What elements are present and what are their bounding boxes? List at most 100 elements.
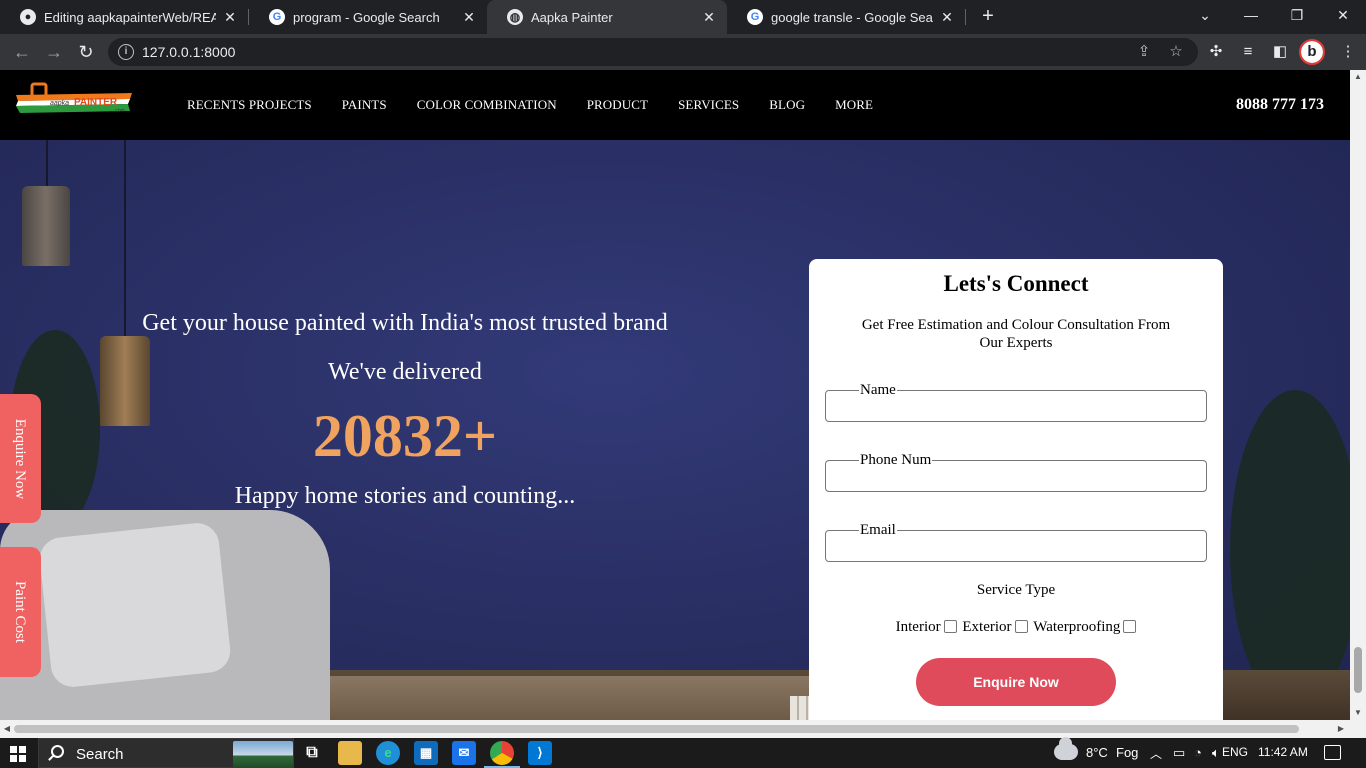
scroll-down-arrow-icon[interactable]: ▼ [1350, 706, 1366, 720]
lamp-cord [124, 140, 126, 338]
task-view-icon[interactable]: ⧉ [300, 741, 324, 765]
vertical-scrollbar[interactable]: ▲ ▼ [1350, 70, 1366, 720]
browser-tab-github[interactable]: ● Editing aapkapainterWeb/READM ✕ [0, 0, 248, 34]
scroll-left-arrow-icon[interactable]: ◀ [0, 722, 14, 736]
browser-tab-translate-search[interactable]: G google transle - Google Search ✕ [727, 0, 965, 34]
service-option-interior[interactable]: Interior [896, 619, 957, 636]
name-field[interactable]: Name [825, 381, 1207, 422]
tab-title: google transle - Google Search [771, 9, 933, 25]
email-input[interactable] [832, 536, 1198, 556]
browser-tab-program-search[interactable]: G program - Google Search ✕ [249, 0, 487, 34]
mail-icon[interactable]: ✉ [452, 741, 476, 765]
enquire-now-side-tab[interactable]: Enquire Now [0, 394, 41, 523]
windows-start-icon[interactable] [10, 746, 26, 762]
hero-footer-text: Happy home stories and counting... [234, 483, 576, 509]
close-tab-icon[interactable]: ✕ [461, 9, 477, 26]
exterior-checkbox[interactable] [1014, 620, 1028, 633]
chrome-taskbar-icon[interactable] [484, 741, 520, 768]
nav-color-combination[interactable]: COLOR COMBINATION [402, 97, 572, 113]
system-clock[interactable]: 11:42 AM [1258, 745, 1308, 759]
back-arrow-icon[interactable]: ← [10, 40, 34, 64]
hero-section: Get your house painted with India's most… [0, 140, 1350, 720]
weather-fog-icon[interactable] [1054, 737, 1078, 760]
volume-icon[interactable]: 🔈︎ [1212, 745, 1220, 761]
paint-cost-side-tab[interactable]: Paint Cost [0, 547, 41, 677]
microsoft-store-icon[interactable]: ▦ [414, 741, 438, 765]
media-queue-icon[interactable]: ≡ [1238, 42, 1258, 62]
nav-product[interactable]: PRODUCT [572, 97, 663, 113]
scroll-up-arrow-icon[interactable]: ▲ [1350, 70, 1366, 84]
tab-search-chevron-icon[interactable]: ⌄ [1182, 0, 1228, 34]
address-bar[interactable]: i 127.0.0.1:8000 ⇪ ☆ [108, 38, 1198, 66]
reload-icon[interactable]: ↻ [74, 40, 98, 64]
network-icon[interactable]: ◔ [1194, 745, 1202, 760]
tab-divider [965, 9, 966, 25]
weather-temperature[interactable]: 8°C [1086, 745, 1108, 760]
enquire-now-button[interactable]: Enquire Now [916, 658, 1116, 706]
nav-services[interactable]: SERVICES [663, 97, 754, 113]
edge-browser-icon[interactable]: e [376, 741, 400, 765]
browser-tab-aapka-painter[interactable]: ◍ Aapka Painter ✕ [487, 0, 727, 34]
search-highlight-image [233, 741, 293, 767]
side-panel-icon[interactable]: ◧ [1270, 42, 1290, 62]
language-indicator[interactable]: ENG [1222, 745, 1248, 759]
plant-decoration [1230, 390, 1350, 710]
svg-text:.com: .com [114, 108, 125, 114]
pendant-lamp [22, 186, 70, 266]
service-type-options: Interior Exterior Waterproofing [809, 619, 1223, 636]
page-viewport: aapka PAINTER .com RECENTS PROJECTS PAIN… [0, 70, 1366, 738]
notification-center-icon[interactable] [1324, 745, 1341, 760]
site-info-icon[interactable]: i [118, 44, 134, 60]
exterior-label: Exterior [962, 619, 1012, 635]
nav-more[interactable]: MORE [820, 97, 888, 113]
horizontal-scrollbar[interactable]: ◀ ▶ [0, 720, 1366, 738]
show-hidden-icons-chevron-icon[interactable]: ︿ [1150, 745, 1162, 762]
hero-count: 20832+ [312, 403, 498, 469]
phone-number[interactable]: 8088 777 173 [1236, 96, 1324, 114]
waterproofing-checkbox[interactable] [1123, 620, 1137, 633]
vscode-icon[interactable]: ⟩ [528, 741, 552, 765]
close-window-button[interactable]: ✕ [1320, 0, 1366, 34]
close-tab-icon[interactable]: ✕ [701, 9, 717, 26]
aapka-painter-logo[interactable]: aapka PAINTER .com [14, 81, 136, 121]
interior-checkbox[interactable] [943, 620, 957, 633]
phone-input[interactable] [832, 466, 1198, 486]
form-subtitle: Get Free Estimation and Colour Consultat… [861, 317, 1171, 351]
chrome-menu-icon[interactable]: ⋮ [1338, 42, 1358, 62]
horizontal-scroll-thumb[interactable] [14, 725, 1299, 733]
email-field[interactable]: Email [825, 521, 1207, 562]
close-tab-icon[interactable]: ✕ [222, 9, 238, 26]
tab-title: Aapka Painter [531, 9, 613, 25]
taskbar-search-box[interactable]: Search [38, 738, 294, 768]
name-input[interactable] [832, 396, 1198, 416]
service-option-exterior[interactable]: Exterior [962, 619, 1028, 636]
vertical-scroll-thumb[interactable] [1354, 647, 1362, 693]
new-tab-button[interactable]: + [976, 5, 1000, 29]
phone-field[interactable]: Phone Num [825, 451, 1207, 492]
svg-text:PAINTER: PAINTER [74, 97, 118, 108]
bookmark-star-icon[interactable]: ☆ [1166, 42, 1186, 62]
profile-avatar[interactable]: b [1299, 39, 1325, 65]
battery-icon[interactable]: ▭ [1173, 745, 1185, 761]
nav-recents-projects[interactable]: RECENTS PROJECTS [172, 97, 327, 113]
forward-arrow-icon[interactable]: → [42, 40, 66, 64]
share-icon[interactable]: ⇪ [1134, 42, 1154, 62]
extensions-puzzle-icon[interactable]: ✣ [1206, 42, 1226, 62]
file-explorer-icon[interactable] [338, 741, 362, 765]
windows-taskbar: Search ⧉ e ▦ ✉ ⟩ 8°C Fog ︿ ▭ ◔ 🔈︎ ENG 11… [0, 737, 1366, 768]
minimize-button[interactable]: — [1228, 0, 1274, 34]
site-header: aapka PAINTER .com RECENTS PROJECTS PAIN… [0, 70, 1350, 140]
enquire-now-side-label: Enquire Now [12, 418, 28, 499]
address-url[interactable]: 127.0.0.1:8000 [142, 44, 235, 60]
main-nav: RECENTS PROJECTS PAINTS COLOR COMBINATIO… [172, 70, 888, 140]
svg-text:aapka: aapka [50, 100, 69, 107]
weather-condition[interactable]: Fog [1116, 745, 1138, 760]
scroll-right-arrow-icon[interactable]: ▶ [1334, 722, 1348, 736]
nav-paints[interactable]: PAINTS [327, 97, 402, 113]
waterproofing-label: Waterproofing [1033, 619, 1121, 635]
nav-blog[interactable]: BLOG [754, 97, 820, 113]
browser-toolbar: ← → ↻ i 127.0.0.1:8000 ⇪ ☆ ✣ ≡ ◧ b ⋮ [0, 34, 1366, 70]
close-tab-icon[interactable]: ✕ [939, 9, 955, 26]
maximize-button[interactable]: ❐ [1274, 0, 1320, 34]
service-option-waterproofing[interactable]: Waterproofing [1033, 619, 1137, 636]
